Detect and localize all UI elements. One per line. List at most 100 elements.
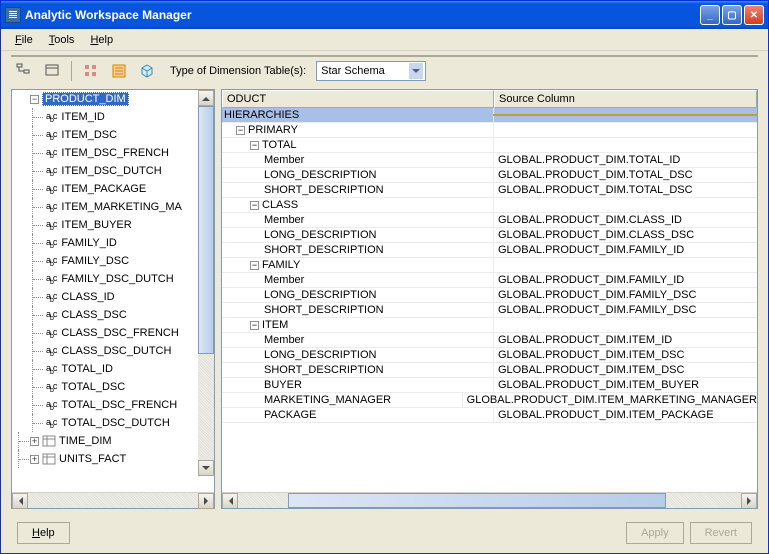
titlebar[interactable]: Analytic Workspace Manager _ ▢ ✕ — [1, 1, 768, 29]
grid-row[interactable]: MemberGLOBAL.PRODUCT_DIM.CLASS_ID — [222, 213, 757, 228]
help-button[interactable]: Help — [17, 522, 70, 544]
collapse-icon[interactable]: − — [250, 321, 259, 330]
toolbar-separator — [71, 61, 72, 81]
close-button[interactable]: ✕ — [744, 5, 764, 25]
tb-cube-icon[interactable] — [136, 60, 158, 82]
grid-row[interactable]: −PRIMARY — [222, 123, 757, 138]
scroll-thumb[interactable] — [288, 493, 665, 508]
tb-list-icon[interactable] — [108, 60, 130, 82]
tree-leaf[interactable]: abc CLASS_DSC_DUTCH — [12, 342, 214, 360]
tree-node[interactable]: + TIME_DIM — [12, 432, 214, 450]
menu-help[interactable]: Help — [84, 32, 119, 48]
grid-row[interactable]: HIERARCHIES — [222, 108, 757, 123]
dim-table-combo[interactable]: Star Schema — [316, 61, 426, 81]
expand-icon[interactable]: + — [30, 455, 39, 464]
grid-row[interactable]: LONG_DESCRIPTIONGLOBAL.PRODUCT_DIM.FAMIL… — [222, 288, 757, 303]
column-icon: abc — [46, 327, 56, 340]
tb-grid-icon[interactable] — [80, 60, 102, 82]
tree-node-product-dim[interactable]: −PRODUCT_DIM — [12, 90, 214, 108]
grid-row[interactable]: SHORT_DESCRIPTIONGLOBAL.PRODUCT_DIM.FAMI… — [222, 243, 757, 258]
grid-row[interactable]: −ITEM — [222, 318, 757, 333]
table-icon — [42, 453, 56, 465]
grid-body[interactable]: HIERARCHIES−PRIMARY−TOTALMemberGLOBAL.PR… — [222, 108, 757, 492]
tree-leaf[interactable]: abc TOTAL_DSC_FRENCH — [12, 396, 214, 414]
tree-hscrollbar[interactable] — [12, 492, 214, 508]
scroll-up-icon[interactable] — [198, 90, 214, 106]
tree-leaf[interactable]: abc CLASS_DSC_FRENCH — [12, 324, 214, 342]
tree-vscrollbar[interactable] — [198, 90, 214, 476]
menu-file[interactable]: File — [9, 32, 39, 48]
footer: Help Apply Revert — [1, 513, 768, 553]
scroll-right-icon[interactable] — [198, 493, 214, 509]
tree-leaf[interactable]: abc ITEM_DSC_DUTCH — [12, 162, 214, 180]
column-icon: abc — [46, 129, 56, 142]
collapse-icon[interactable]: − — [236, 126, 245, 135]
grid-cell-label: Member — [264, 334, 304, 346]
scroll-left-icon[interactable] — [222, 493, 238, 509]
grid-row[interactable]: MemberGLOBAL.PRODUCT_DIM.ITEM_ID — [222, 333, 757, 348]
tree-leaf[interactable]: abc ITEM_ID — [12, 108, 214, 126]
tree-leaf[interactable]: abc TOTAL_DSC_DUTCH — [12, 414, 214, 432]
tree-leaf[interactable]: abc ITEM_DSC_FRENCH — [12, 144, 214, 162]
collapse-icon[interactable]: − — [250, 141, 259, 150]
grid-row[interactable]: MARKETING_MANAGERGLOBAL.PRODUCT_DIM.ITEM… — [222, 393, 757, 408]
menu-tools[interactable]: Tools — [43, 32, 81, 48]
tree-leaf[interactable]: abc CLASS_ID — [12, 288, 214, 306]
tree-leaf[interactable]: abc FAMILY_ID — [12, 234, 214, 252]
tree-leaf[interactable]: abc FAMILY_DSC_DUTCH — [12, 270, 214, 288]
collapse-icon[interactable]: − — [250, 261, 259, 270]
maximize-button[interactable]: ▢ — [722, 5, 742, 25]
apply-button[interactable]: Apply — [626, 522, 684, 544]
grid-cell-label: PACKAGE — [264, 409, 316, 421]
revert-button[interactable]: Revert — [690, 522, 752, 544]
scroll-right-icon[interactable] — [741, 493, 757, 509]
column-icon: abc — [46, 291, 56, 304]
minimize-button[interactable]: _ — [700, 5, 720, 25]
app-window: Analytic Workspace Manager _ ▢ ✕ File To… — [0, 0, 769, 554]
grid-cell-label: SHORT_DESCRIPTION — [264, 244, 384, 256]
tree-leaf[interactable]: abc ITEM_MARKETING_MA — [12, 198, 214, 216]
tree-scroll[interactable]: −PRODUCT_DIMabc ITEM_IDabc ITEM_DSCabc I… — [12, 90, 214, 492]
grid-row[interactable]: LONG_DESCRIPTIONGLOBAL.PRODUCT_DIM.TOTAL… — [222, 168, 757, 183]
grid-row[interactable]: −TOTAL — [222, 138, 757, 153]
scroll-left-icon[interactable] — [12, 493, 28, 509]
tree-leaf[interactable]: abc CLASS_DSC — [12, 306, 214, 324]
grid-row[interactable]: SHORT_DESCRIPTIONGLOBAL.PRODUCT_DIM.FAMI… — [222, 303, 757, 318]
tree-leaf[interactable]: abc ITEM_DSC — [12, 126, 214, 144]
grid-cell-value: GLOBAL.PRODUCT_DIM.TOTAL_DSC — [498, 184, 693, 196]
grid-row[interactable]: MemberGLOBAL.PRODUCT_DIM.TOTAL_ID — [222, 153, 757, 168]
scroll-thumb[interactable] — [198, 106, 214, 354]
grid-cell-value: GLOBAL.PRODUCT_DIM.FAMILY_DSC — [498, 304, 696, 316]
grid-cell-value: GLOBAL.PRODUCT_DIM.ITEM_DSC — [498, 349, 684, 361]
tb-window-icon[interactable] — [41, 60, 63, 82]
tree-leaf[interactable]: abc TOTAL_DSC — [12, 378, 214, 396]
grid-col2-header[interactable]: Source Column — [494, 90, 757, 108]
grid-cell-value: GLOBAL.PRODUCT_DIM.TOTAL_ID — [498, 154, 680, 166]
app-icon — [5, 7, 21, 23]
grid-cell-value: GLOBAL.PRODUCT_DIM.CLASS_DSC — [498, 229, 694, 241]
grid-row[interactable]: MemberGLOBAL.PRODUCT_DIM.FAMILY_ID — [222, 273, 757, 288]
grid-row[interactable]: SHORT_DESCRIPTIONGLOBAL.PRODUCT_DIM.ITEM… — [222, 363, 757, 378]
grid-row[interactable]: −CLASS — [222, 198, 757, 213]
column-icon: abc — [46, 309, 56, 322]
expand-icon[interactable]: + — [30, 437, 39, 446]
grid-row[interactable]: BUYERGLOBAL.PRODUCT_DIM.ITEM_BUYER — [222, 378, 757, 393]
tree-leaf[interactable]: abc ITEM_BUYER — [12, 216, 214, 234]
grid-cell-label: Member — [264, 274, 304, 286]
scroll-down-icon[interactable] — [198, 460, 214, 476]
tree-leaf[interactable]: abc FAMILY_DSC — [12, 252, 214, 270]
grid-row[interactable]: LONG_DESCRIPTIONGLOBAL.PRODUCT_DIM.CLASS… — [222, 228, 757, 243]
tree-leaf[interactable]: abc TOTAL_ID — [12, 360, 214, 378]
grid-row[interactable]: LONG_DESCRIPTIONGLOBAL.PRODUCT_DIM.ITEM_… — [222, 348, 757, 363]
grid-hscrollbar[interactable] — [222, 492, 757, 508]
grid-row[interactable]: −FAMILY — [222, 258, 757, 273]
collapse-icon[interactable]: − — [30, 95, 39, 104]
chevron-down-icon — [409, 63, 423, 79]
grid-row[interactable]: SHORT_DESCRIPTIONGLOBAL.PRODUCT_DIM.TOTA… — [222, 183, 757, 198]
grid-row[interactable]: PACKAGEGLOBAL.PRODUCT_DIM.ITEM_PACKAGE — [222, 408, 757, 423]
tree-node[interactable]: + UNITS_FACT — [12, 450, 214, 468]
tree-leaf[interactable]: abc ITEM_PACKAGE — [12, 180, 214, 198]
grid-col1-header[interactable]: ODUCT — [222, 90, 494, 108]
tb-tree-icon[interactable] — [13, 60, 35, 82]
collapse-icon[interactable]: − — [250, 201, 259, 210]
